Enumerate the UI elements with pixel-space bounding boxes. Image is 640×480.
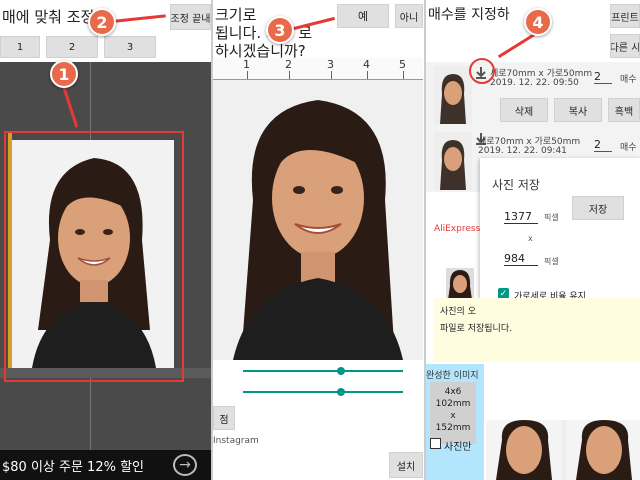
yes-button[interactable]: 예 [337,4,389,28]
size-button-3[interactable]: 3 [104,36,156,58]
item-date: 2019. 12. 22. 09:41 [478,146,567,156]
photo-only-label: 사진만 [444,442,472,453]
ruler-num-5: 5 [399,58,406,71]
width-input[interactable]: 1377 [504,210,538,224]
size-box-line: 152mm [435,423,471,433]
item-date: 2019. 12. 22. 09:50 [490,78,579,88]
ad-box[interactable]: AliExpress [426,196,480,260]
preview-strip [486,420,640,480]
height-unit: 픽셀 [544,257,559,266]
slider-width[interactable] [243,370,403,372]
crop-frame[interactable] [4,131,184,382]
times-sign: x [528,234,533,243]
highlight-circle [469,58,495,84]
aliexpress-label: AliExpress [434,224,481,234]
photo-only-checkbox[interactable] [430,438,441,449]
instagram-label: Instagram [213,436,259,446]
delete-button[interactable]: 삭제 [500,98,548,122]
step-badge-4: 4 [524,8,552,36]
left-button[interactable]: 점 [213,406,235,430]
note-line-2: 파일로 저장됩니다. [440,324,512,334]
step-badge-1: 1 [50,60,78,88]
ruler-num-1: 1 [243,58,250,71]
grayscale-button[interactable]: 흑백 [608,98,640,122]
print-button[interactable]: 프린트 [610,4,640,28]
copies-input[interactable]: 2 [594,70,612,84]
size-button-2[interactable]: 2 [46,36,98,58]
ad-text: $80 이상 주문 12% 할인 [2,459,144,475]
save-note: 사진의 오 파일로 저장됩니다. [434,298,640,362]
dialog-save-button[interactable]: 저장 [572,196,624,220]
dialog-title: 사진 저장 [492,178,540,192]
ruler-num-4: 4 [363,58,370,71]
height-input[interactable]: 984 [504,252,538,266]
adjust-title: 매에 맞춰 조정 [2,8,95,26]
slider-height-thumb[interactable] [337,388,345,396]
no-button[interactable]: 아니 [395,4,423,28]
resized-photo [213,80,423,360]
size-box-line: 4x6 [444,387,462,397]
step-badge-2: 2 [88,8,116,36]
size-box-line: x [450,411,456,421]
print-title: 매수를 지정하 [428,7,510,23]
ruler-num-3: 3 [327,58,334,71]
width-unit: 픽셀 [544,213,559,222]
size-button-1[interactable]: 1 [0,36,40,58]
copy-button[interactable]: 복사 [554,98,602,122]
copies-label: 매수 [620,143,637,153]
install-button[interactable]: 설치 [389,452,423,478]
panel-print-list: 매수를 지정하 프린트 다른 시 세로70mm x 가로50mm 2019. 1… [426,0,640,480]
completed-label: 완성한 이미지 [426,371,479,381]
other-size-button[interactable]: 다른 시 [610,34,640,58]
panel2-bottom: 점 Instagram 설치 [213,400,423,480]
save-photo-dialog: 사진 저장 저장 1377 픽셀 x 984 픽셀 ✓ 가로세로 비율 유지 [480,158,640,308]
size-box[interactable]: 4x6 102mm x 152mm [430,382,476,444]
ad-arrow-icon[interactable]: → [173,454,197,476]
ruler: 1 2 3 4 5 [213,58,423,80]
copies-label: 매수 [620,75,637,85]
completed-column: 완성한 이미지 4x6 102mm x 152mm 사진만 [426,364,484,480]
slider-height[interactable] [243,391,403,393]
mini-thumbnail [446,268,474,300]
copies-input[interactable]: 2 [594,138,612,152]
item-thumbnail [434,132,472,190]
note-line-1: 사진의 오 [440,307,476,317]
ruler-num-2: 2 [285,58,292,71]
slider-width-thumb[interactable] [337,367,345,375]
step-badge-3: 3 [266,16,294,44]
panel-resize-confirm: 크기로 됩니다. 저장 로 하시겠습니까? 예 아니 1 2 3 4 5 점 I… [213,0,423,480]
item-thumbnail [434,66,472,124]
size-box-line: 102mm [435,399,471,409]
panel-adjust: 매에 맞춰 조정 조정 끝내 1 2 3 $80 이상 주문 12% 할인 → [0,0,211,480]
finish-adjust-button[interactable]: 조정 끝내 [170,4,211,30]
